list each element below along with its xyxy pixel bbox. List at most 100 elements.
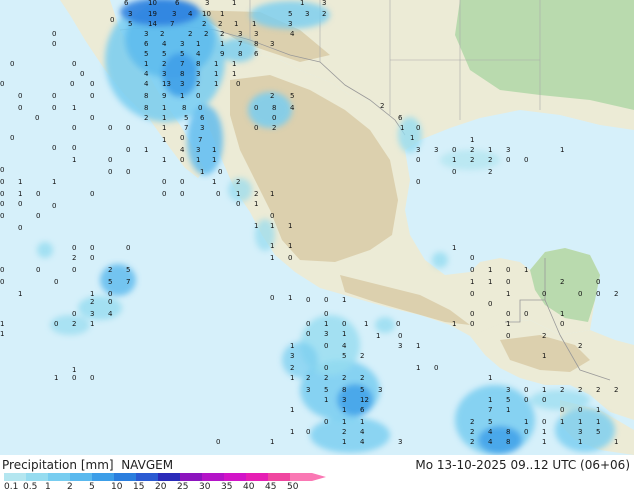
precip-value: 2	[470, 438, 474, 446]
precip-value: 0	[306, 428, 310, 436]
precip-value: 1	[324, 320, 328, 328]
precip-value: 5	[184, 114, 188, 122]
precip-value: 5	[342, 352, 346, 360]
precip-value: 1	[236, 190, 240, 198]
precip-value: 2	[160, 30, 164, 38]
precip-value: 5	[288, 10, 292, 18]
precip-value: 4	[360, 438, 365, 446]
precip-value: 1	[542, 438, 546, 446]
precip-value: 4	[144, 80, 149, 88]
precip-value: 1	[214, 60, 218, 68]
precip-value: 0	[54, 278, 58, 286]
precip-value: 2	[470, 156, 474, 164]
precip-value: 0	[506, 156, 510, 164]
scale-swatch	[4, 473, 26, 481]
precip-value: 1	[452, 320, 456, 328]
precip-value: 0	[35, 114, 39, 122]
precip-value: 8	[342, 386, 346, 394]
precip-value: 4	[488, 438, 493, 446]
precip-value: 2	[324, 374, 328, 382]
precip-value: 0	[72, 244, 76, 252]
precip-value: 3	[180, 40, 184, 48]
precip-value: 0	[452, 146, 456, 154]
precip-value: 0	[560, 406, 564, 414]
precip-value: 1	[542, 352, 546, 360]
precip-value: 0	[524, 310, 528, 318]
precip-value: 1	[342, 330, 346, 338]
precip-value: 3	[288, 20, 292, 28]
precip-value: 8	[180, 70, 184, 78]
precip-value: 1	[488, 266, 492, 274]
precip-value: 3	[578, 428, 582, 436]
precip-value: 0	[72, 60, 76, 68]
scale-tick-label: 15	[133, 482, 144, 490]
precip-value: 0	[18, 104, 22, 112]
precip-value: 1	[180, 92, 184, 100]
precip-value: 7	[488, 406, 492, 414]
precip-value: 1	[376, 332, 380, 340]
precip-value: 0	[54, 320, 58, 328]
precip-value: 0	[72, 144, 76, 152]
precip-value: 1	[254, 200, 258, 208]
precip-value: 2	[202, 20, 206, 28]
scale-tick-label: 25	[177, 482, 188, 490]
precip-value: 8	[144, 92, 148, 100]
precip-value: 8	[238, 50, 242, 58]
precip-value: 1	[578, 438, 582, 446]
precip-value: 0	[108, 290, 112, 298]
precip-value: 1	[220, 10, 224, 18]
precip-value: 3	[238, 30, 242, 38]
precip-value: 2	[204, 30, 208, 38]
precip-value: 3	[434, 146, 438, 154]
scale-swatch	[202, 473, 224, 481]
precip-value: 0	[18, 92, 22, 100]
precip-value: 0	[596, 278, 600, 286]
precip-value: 2	[470, 428, 474, 436]
precip-value: 0	[180, 178, 184, 186]
precip-value: 1	[524, 418, 528, 426]
legend-bar: Precipitation [mm] NAVGEM Mo 13-10-2025 …	[0, 455, 634, 490]
precip-value: 0	[162, 178, 166, 186]
precip-value: 10	[202, 10, 211, 18]
precip-value: 1	[220, 40, 224, 48]
precip-value: 1	[196, 40, 200, 48]
precip-value: 1	[452, 156, 456, 164]
precip-value: 0	[324, 418, 328, 426]
precip-value: 2	[162, 60, 166, 68]
precip-value: 0	[52, 104, 56, 112]
precip-value: 0	[524, 428, 528, 436]
precip-value: 0	[0, 190, 4, 198]
scale-tick-label: 10	[111, 482, 123, 490]
precip-value: 14	[148, 20, 157, 28]
precip-value: 1	[52, 178, 56, 186]
precip-value: 2	[306, 374, 310, 382]
precip-value: 0	[18, 224, 22, 232]
precip-value: 8	[144, 104, 148, 112]
color-scale: 0.1 0.5 1 2 5 10 15 20 25 30 35 40 45 50	[4, 473, 326, 490]
precip-value: 0	[80, 70, 84, 78]
precip-value: 2	[542, 332, 546, 340]
precip-value: 1	[596, 406, 600, 414]
precip-value: 7	[180, 60, 184, 68]
precip-value: 0	[236, 200, 240, 208]
precip-value: 6	[360, 406, 365, 414]
precip-value: 1	[290, 374, 294, 382]
precip-value: 6	[254, 50, 259, 58]
scale-swatch	[268, 473, 290, 481]
precip-value: 5	[360, 386, 364, 394]
precip-value: 4	[342, 342, 347, 350]
precip-value: 0	[0, 166, 4, 174]
precip-value: 0	[126, 124, 130, 132]
precip-value: 0	[52, 202, 56, 210]
scale-tick-label: 2	[67, 482, 73, 490]
precip-value: 1	[270, 242, 274, 250]
precip-value: 0	[52, 144, 56, 152]
precip-value: 4	[196, 50, 201, 58]
precip-value: 1	[18, 178, 22, 186]
precip-value: 1	[560, 310, 564, 318]
precip-value: 0	[90, 114, 94, 122]
precip-value: 3	[290, 352, 294, 360]
precip-value: 4	[488, 428, 493, 436]
precip-value: 0	[596, 290, 600, 298]
precip-value: 1	[232, 60, 236, 68]
